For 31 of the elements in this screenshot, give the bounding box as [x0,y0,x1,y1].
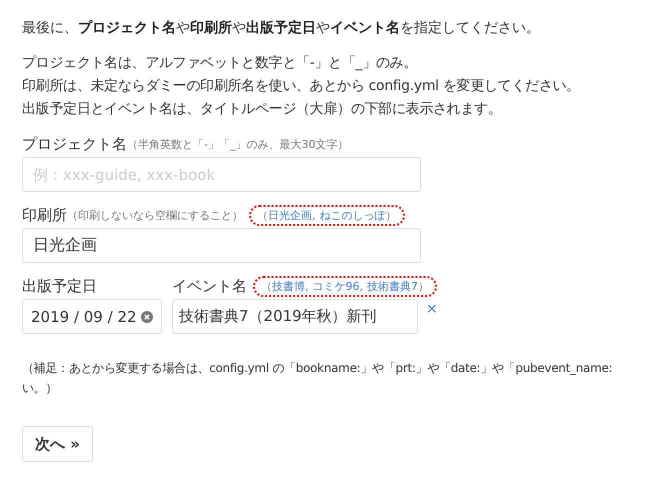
footnote-text: （補足：あとから変更する場合は、config.yml の「bookname:」や「prt:」や「date:」や「pubevent_name: [22,360,614,377]
bracket-text: ） [418,278,429,294]
suggestion-link[interactable]: 技書博 [272,278,305,294]
separator-text: , [312,208,316,222]
field-label: イベント名 [172,276,247,296]
date-field[interactable]: 2019 / 09 / 22 [22,299,162,334]
event-name-field[interactable]: 技術書典7（2019年秋）新刊 [172,299,418,334]
suggestion-link[interactable]: ねこのしっぽ [320,208,386,222]
next-button[interactable]: 次へ » [22,426,93,462]
instruction-text: プロジェクト名は、アルファベットと数字と「-」と「_」のみ。 [22,54,418,73]
field-label: 印刷所 [22,206,67,224]
suggestion-link[interactable]: コミケ96 [312,278,360,294]
bracket-text: （ [261,278,272,294]
suggestion-link[interactable]: 日光企画 [268,208,312,222]
instruction-text: 印刷所は、未定ならダミーの印刷所名を使い、あとから config.yml を変更してください。 [22,77,581,96]
bracket-text: ） [386,208,396,222]
printer-field[interactable]: 日光企画 [22,228,421,263]
intro-text: 最後に、プロジェクト名や印刷所や出版予定日やイベント名を指定してください。 [22,18,541,38]
bracket-text: （ [257,208,268,222]
clear-icon[interactable] [141,310,153,322]
suggestion-link[interactable]: 技術書典7 [367,278,418,294]
field-hint: （印刷しないなら空欄にすること） [67,208,243,222]
date-value: 2019 / 09 / 22 [31,308,137,326]
field-hint: （半角英数と「-」「_」のみ、最大30文字） [127,136,348,152]
instruction-text: 出版予定日とイベント名は、タイトルページ（大扉）の下部に表示されます。 [22,100,503,119]
separator-text: , [360,280,363,292]
field-label: プロジェクト名 [22,134,127,154]
field-label: 出版予定日 [22,276,97,296]
clear-button[interactable]: × [426,301,438,317]
separator-text: , [305,280,308,292]
footnote-text: い。） [22,380,58,397]
